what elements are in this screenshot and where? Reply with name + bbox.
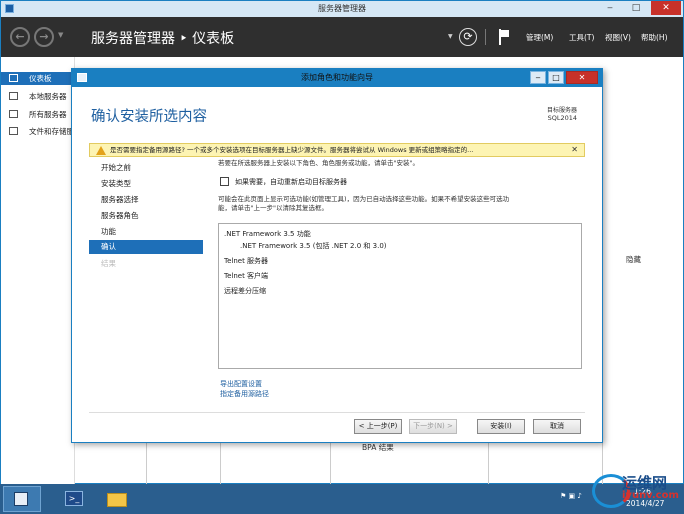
watermark-logo: 运维网 iyunv.com bbox=[592, 470, 684, 514]
feature-item: .NET Framework 3.5 (包括 .NET 2.0 和 3.0) bbox=[240, 242, 387, 250]
tray-volume-icon[interactable]: ♪ bbox=[577, 492, 581, 500]
warning-text[interactable]: 是否需要指定备用源路径? 一个或多个安装选项在目标服务器上缺少源文件。服务器将尝… bbox=[110, 144, 473, 156]
nav-item-label: 本地服务器 bbox=[29, 92, 67, 101]
nav-item-label: 所有服务器 bbox=[29, 110, 67, 119]
notifications-flag-icon[interactable] bbox=[499, 29, 511, 45]
taskbar-explorer-icon[interactable] bbox=[98, 486, 136, 512]
step-before-you-begin[interactable]: 开始之前 bbox=[89, 161, 203, 175]
warning-close-icon[interactable]: ✕ bbox=[571, 144, 578, 156]
previous-button[interactable]: < 上一步(P) bbox=[354, 419, 402, 434]
nav-item-label: 文件和存储服务 bbox=[29, 127, 75, 136]
warning-banner: 是否需要指定备用源路径? 一个或多个安装选项在目标服务器上缺少源文件。服务器将尝… bbox=[89, 143, 585, 157]
local-server-icon bbox=[9, 92, 18, 100]
wizard-maximize-button[interactable]: □ bbox=[548, 71, 564, 84]
wizard-window-title: 添加角色和功能向导 bbox=[301, 73, 373, 82]
server-manager-window-title: 服务器管理器 bbox=[318, 4, 366, 13]
forward-arrow-icon[interactable]: → bbox=[34, 27, 54, 47]
title-separator: ‣ bbox=[179, 31, 188, 47]
taskbar-powershell-icon[interactable]: >_ bbox=[54, 486, 92, 512]
tray-network-icon[interactable]: ▣ bbox=[569, 492, 576, 500]
alt-source-path-link[interactable]: 指定备用源路径 bbox=[220, 389, 269, 399]
menu-view[interactable]: 视图(V) bbox=[605, 32, 631, 43]
warning-icon bbox=[96, 146, 106, 155]
optional-features-note-cont: 能，请单击"上一步"以清除其复选框。 bbox=[218, 204, 328, 212]
watermark-en: iyunv.com bbox=[622, 490, 679, 501]
feature-item: Telnet 服务器 bbox=[224, 257, 269, 265]
feature-item: Telnet 客户端 bbox=[224, 272, 269, 280]
history-dropdown-icon[interactable]: ▼ bbox=[58, 31, 63, 39]
close-button[interactable]: ✕ bbox=[651, 1, 681, 15]
system-tray[interactable]: ⚑ ▣ ♪ bbox=[560, 492, 582, 500]
tray-flag-icon[interactable]: ⚑ bbox=[560, 492, 566, 500]
step-server-selection[interactable]: 服务器选择 bbox=[89, 193, 203, 207]
step-confirmation[interactable]: 确认 bbox=[89, 240, 203, 254]
cancel-button[interactable]: 取消 bbox=[533, 419, 581, 434]
step-server-roles[interactable]: 服务器角色 bbox=[89, 209, 203, 223]
server-manager-header: ← → ▼ 服务器管理器 ‣ 仪表板 ▼ ⟳ 管理(M) 工具(T) 视图(V)… bbox=[1, 17, 683, 57]
refresh-icon[interactable]: ⟳ bbox=[459, 28, 477, 46]
all-servers-icon bbox=[9, 110, 18, 118]
left-navigation: 仪表板 本地服务器 所有服务器 文件和存储服务 bbox=[1, 57, 75, 485]
wizard-minimize-button[interactable]: ‒ bbox=[530, 71, 546, 84]
taskbar: >_ ⚑ ▣ ♪ bbox=[0, 484, 684, 514]
nav-item-dashboard[interactable]: 仪表板 bbox=[1, 72, 75, 85]
target-server-label: 目标服务器 bbox=[546, 107, 577, 114]
page-title: 服务器管理器 ‣ 仪表板 bbox=[91, 28, 234, 48]
maximize-button[interactable]: □ bbox=[623, 1, 649, 15]
hide-link[interactable]: 隐藏 bbox=[626, 254, 641, 265]
menu-manage[interactable]: 管理(M) bbox=[526, 32, 553, 43]
restart-checkbox[interactable] bbox=[220, 177, 229, 186]
nav-item-label: 仪表板 bbox=[29, 74, 52, 83]
target-server-value: SQL2014 bbox=[547, 114, 577, 122]
selected-features-list: .NET Framework 3.5 功能 .NET Framework 3.5… bbox=[218, 223, 582, 369]
nav-item-all-servers[interactable]: 所有服务器 bbox=[1, 108, 75, 121]
page-title-dashboard: 仪表板 bbox=[192, 31, 235, 47]
menu-help[interactable]: 帮助(H) bbox=[641, 32, 668, 43]
back-arrow-icon[interactable]: ← bbox=[10, 27, 30, 47]
wizard-close-button[interactable]: ✕ bbox=[566, 71, 598, 84]
header-dropdown-icon[interactable]: ▼ bbox=[448, 33, 453, 40]
dashboard-icon bbox=[9, 74, 18, 82]
taskbar-server-manager-icon[interactable] bbox=[3, 486, 41, 512]
bpa-results-label: BPA 结果 bbox=[362, 443, 394, 452]
wizard-heading: 确认安装所选内容 bbox=[91, 109, 207, 125]
step-installation-type[interactable]: 安装类型 bbox=[89, 177, 203, 191]
app-title: 服务器管理器 bbox=[91, 31, 175, 47]
restart-checkbox-label[interactable]: 如果需要，自动重新启动目标服务器 bbox=[235, 177, 347, 187]
file-storage-icon bbox=[9, 127, 18, 135]
add-roles-features-wizard: 添加角色和功能向导 ‒ □ ✕ 确认安装所选内容 目标服务器 SQL2014 是… bbox=[71, 68, 603, 443]
step-features[interactable]: 功能 bbox=[89, 225, 203, 239]
nav-item-local-server[interactable]: 本地服务器 bbox=[1, 90, 75, 103]
wizard-titlebar: 添加角色和功能向导 ‒ □ ✕ bbox=[72, 69, 602, 87]
step-results: 结果 bbox=[101, 259, 116, 268]
install-button[interactable]: 安装(I) bbox=[477, 419, 525, 434]
export-settings-link[interactable]: 导出配置设置 bbox=[220, 379, 262, 389]
feature-item: 远程差分压缩 bbox=[224, 287, 266, 295]
nav-item-file-storage[interactable]: 文件和存储服务 bbox=[1, 125, 75, 138]
minimize-button[interactable]: ‒ bbox=[597, 1, 623, 15]
intro-text: 若要在所选服务器上安装以下角色、角色服务或功能，请单击"安装"。 bbox=[218, 159, 419, 167]
feature-item: .NET Framework 3.5 功能 bbox=[224, 230, 311, 238]
server-manager-titlebar: 服务器管理器 ‒ □ ✕ bbox=[1, 1, 683, 17]
next-button: 下一步(N) > bbox=[409, 419, 457, 434]
server-manager-app-icon bbox=[5, 4, 14, 13]
footer-divider bbox=[89, 412, 585, 413]
header-separator bbox=[485, 29, 486, 45]
menu-tools[interactable]: 工具(T) bbox=[569, 32, 594, 43]
